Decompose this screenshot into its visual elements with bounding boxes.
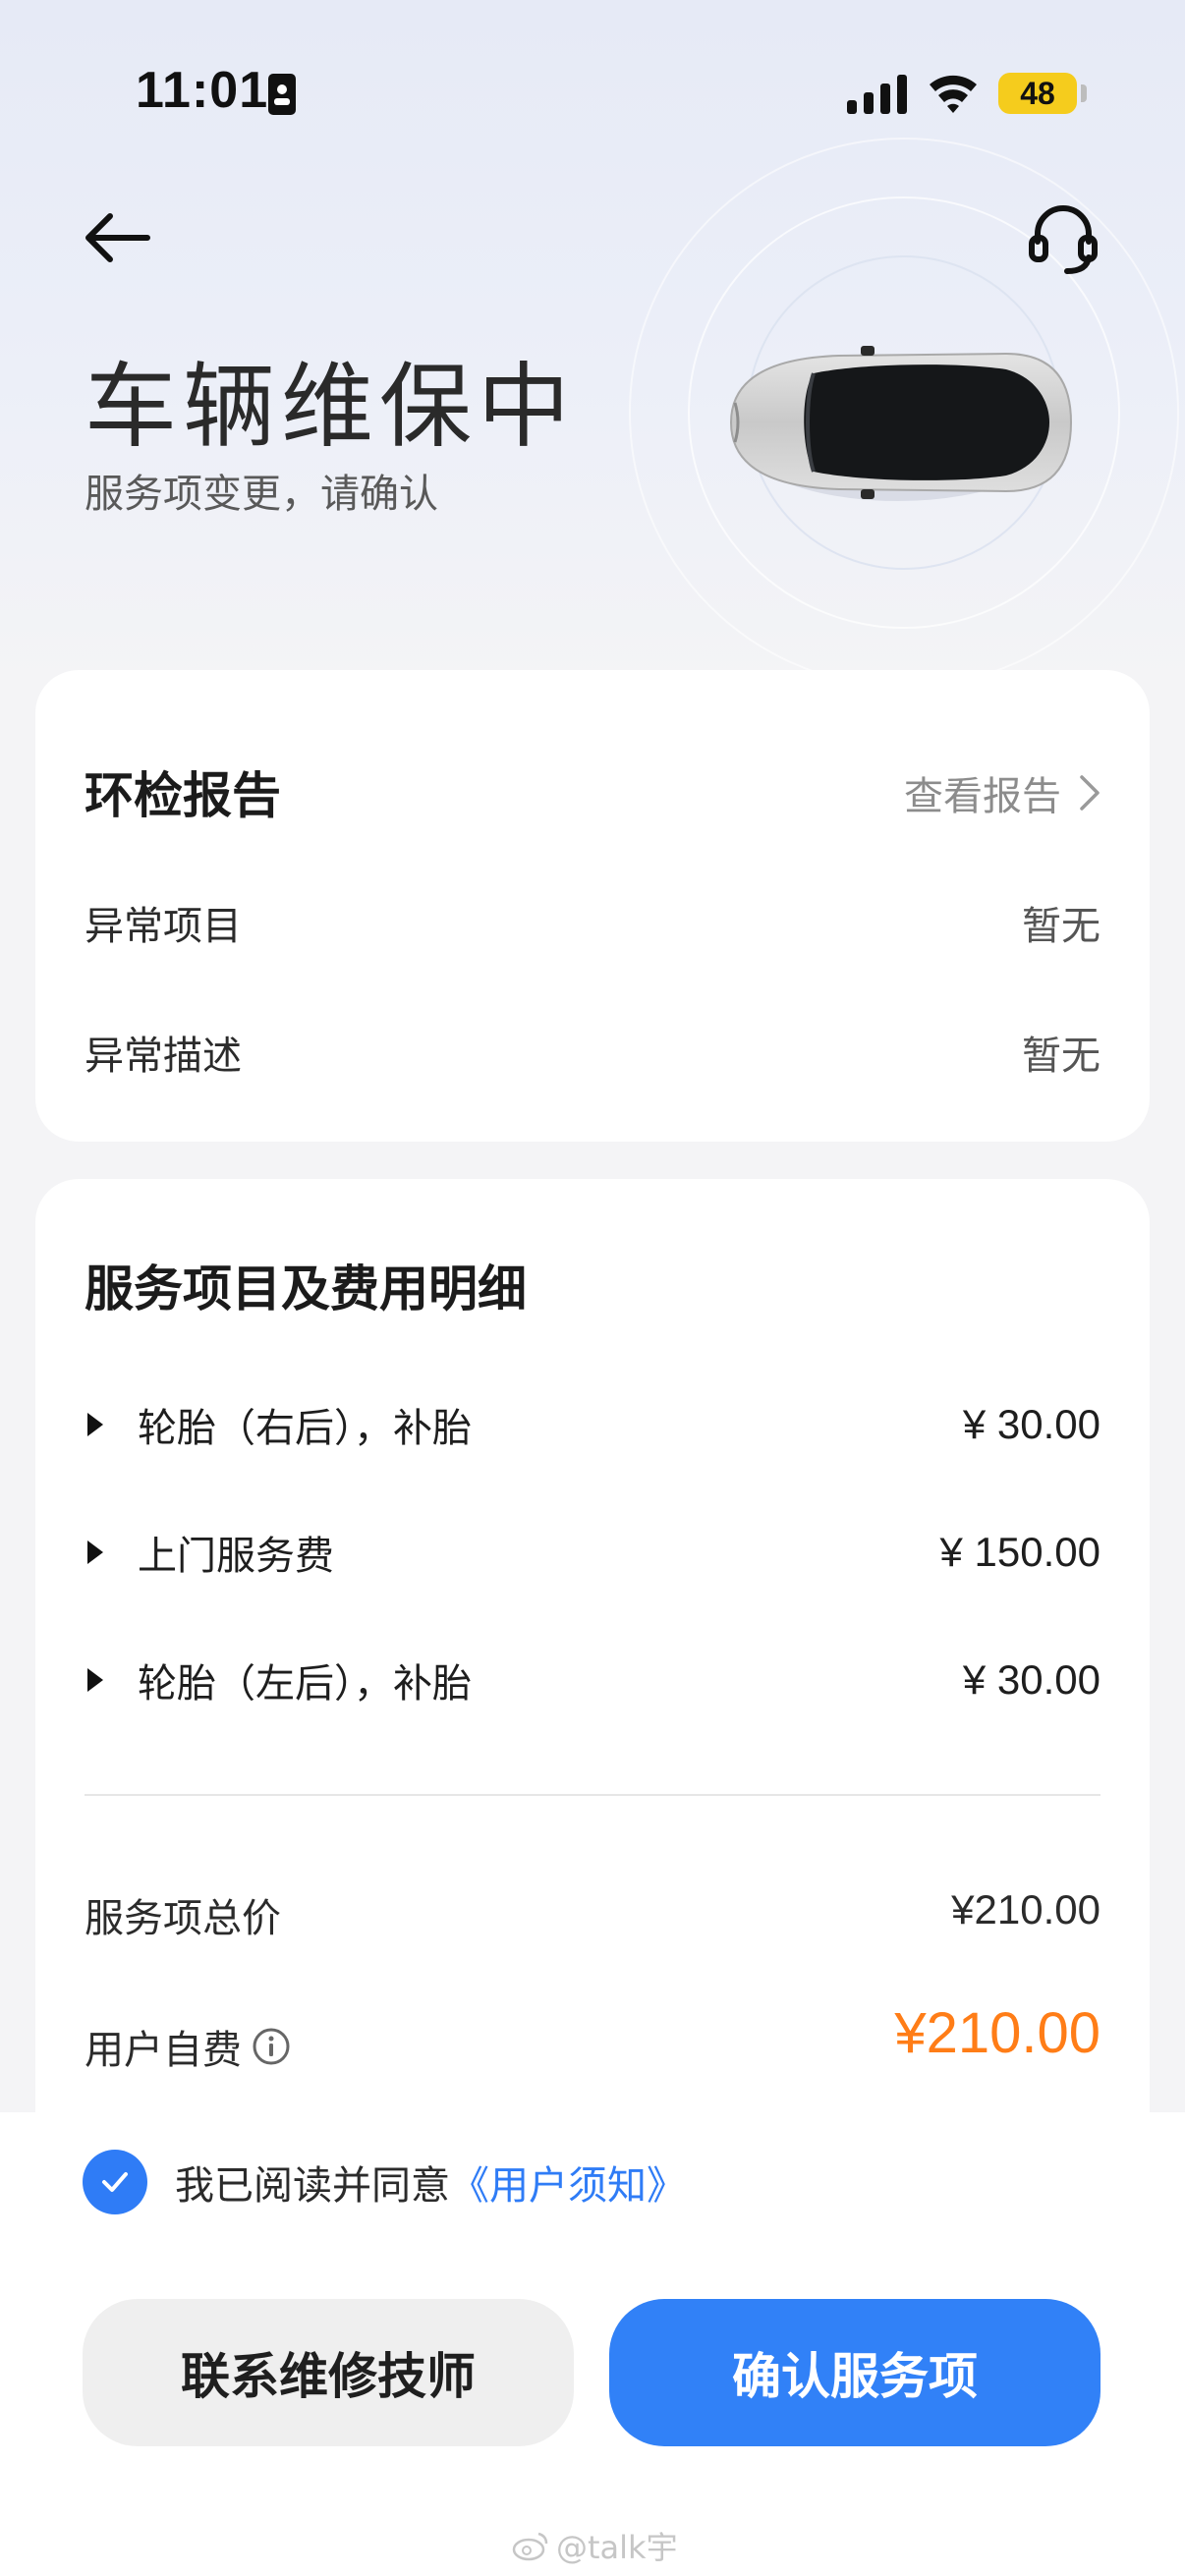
- abnormal-items-value: 暂无: [1022, 904, 1100, 949]
- expand-triangle-icon: [87, 1540, 103, 1564]
- abnormal-description-value: 暂无: [1022, 1034, 1100, 1079]
- service-item-label: 上门服务费: [138, 1534, 334, 1579]
- page-subtitle: 服务项变更，请确认: [85, 472, 438, 517]
- contact-card-icon: [268, 74, 296, 115]
- checkmark-icon: [102, 2172, 128, 2192]
- status-time: 11:01: [136, 62, 269, 119]
- view-report-label: 查看报告: [904, 774, 1061, 819]
- customer-service-headset-icon[interactable]: [1028, 202, 1099, 277]
- chevron-right-icon: [1080, 775, 1100, 811]
- service-item-row[interactable]: 轮胎（左后），补胎 ¥ 30.00: [85, 1651, 1100, 1709]
- page-title: 车辆维保中: [85, 354, 577, 461]
- service-item-price: ¥ 30.00: [962, 1401, 1100, 1447]
- divider: [85, 1794, 1100, 1796]
- agreement-text: 我已阅读并同意: [175, 2163, 450, 2209]
- agreement-checkbox[interactable]: [83, 2150, 147, 2214]
- abnormal-items-label: 异常项目: [85, 904, 242, 949]
- car-top-view-image: [729, 346, 1073, 501]
- wifi-icon: [930, 75, 977, 113]
- service-card-title: 服务项目及费用明细: [85, 1260, 527, 1317]
- service-item-row[interactable]: 轮胎（右后），补胎 ¥ 30.00: [85, 1395, 1100, 1454]
- service-cost-card: 服务项目及费用明细 轮胎（右后），补胎 ¥ 30.00 上门服务费 ¥ 150.…: [35, 1179, 1150, 2171]
- battery-nub: [1081, 84, 1087, 102]
- self-pay-value: ¥210.00: [894, 2001, 1100, 2065]
- expand-triangle-icon: [87, 1413, 103, 1436]
- view-report-link[interactable]: 查看报告: [904, 764, 1100, 821]
- report-card-title: 环检报告: [85, 767, 281, 824]
- weibo-logo-icon: [512, 2532, 548, 2561]
- user-notice-link[interactable]: 《用户须知》: [450, 2154, 686, 2211]
- battery-indicator: 48: [998, 73, 1077, 114]
- service-item-row[interactable]: 上门服务费 ¥ 150.00: [85, 1523, 1100, 1582]
- confirm-service-button[interactable]: 确认服务项: [609, 2299, 1100, 2446]
- self-pay-row-label: 用户自费: [85, 2018, 291, 2075]
- cellular-signal-icon: [847, 75, 907, 114]
- abnormal-description-label: 异常描述: [85, 1034, 242, 1079]
- service-item-label: 轮胎（右后），补胎: [138, 1406, 472, 1451]
- watermark-text: @talk宇: [556, 2529, 678, 2566]
- service-item-label: 轮胎（左后），补胎: [138, 1661, 472, 1707]
- total-price-label: 服务项总价: [85, 1896, 281, 1941]
- total-price-value: ¥210.00: [951, 1886, 1100, 1932]
- service-item-price: ¥ 30.00: [962, 1656, 1100, 1703]
- self-pay-label: 用户自费: [85, 2028, 242, 2073]
- expand-triangle-icon: [87, 1668, 103, 1692]
- bottom-action-panel: 我已阅读并同意 《用户须知》 联系维修技师 确认服务项: [0, 2112, 1185, 2576]
- agreement-row[interactable]: 我已阅读并同意 《用户须知》: [83, 2150, 686, 2214]
- info-icon[interactable]: [252, 2027, 291, 2066]
- inspection-report-card: 环检报告 查看报告 异常项目 暂无 异常描述 暂无: [35, 670, 1150, 1142]
- service-item-price: ¥ 150.00: [939, 1529, 1101, 1575]
- status-bar: 11:01 48: [0, 0, 1185, 196]
- contact-technician-button[interactable]: 联系维修技师: [83, 2299, 574, 2446]
- back-arrow-icon[interactable]: [81, 208, 151, 267]
- battery-level: 48: [1020, 75, 1055, 111]
- watermark: @talk宇: [511, 2523, 678, 2568]
